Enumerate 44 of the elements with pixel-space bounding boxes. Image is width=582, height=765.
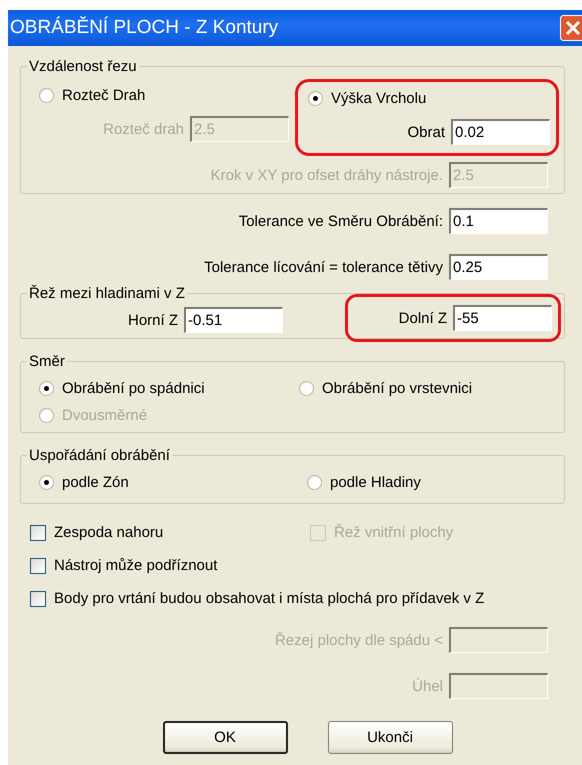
radio-button[interactable]: [39, 475, 54, 490]
group-title: Uspořádání obrábění: [28, 447, 171, 464]
radio-button[interactable]: [308, 91, 323, 106]
input-field[interactable]: 0.25: [449, 254, 548, 280]
field-label: Tolerance ve Směru Obrábění:: [238, 212, 443, 230]
radio-button[interactable]: [299, 381, 314, 396]
checkbox-label: Nástroj může podříznout: [54, 557, 218, 574]
radio-label: Obrábění po vrstevnici: [322, 380, 472, 397]
dialog-button[interactable]: OK: [162, 721, 288, 754]
input-field[interactable]: [449, 673, 548, 699]
input-field[interactable]: 0.1: [449, 208, 548, 234]
input-field[interactable]: -55: [453, 305, 552, 331]
field-label: Krok v XY pro ofset dráhy nástroje.: [210, 166, 443, 184]
close-icon[interactable]: [560, 15, 582, 41]
field-label: Rozteč drah: [103, 120, 184, 138]
checkbox-label: Řež vnitřní plochy: [334, 524, 454, 541]
group-title: Směr: [28, 353, 66, 370]
field-label: Tolerance lícování = tolerance tětivy: [204, 258, 443, 276]
radio-button[interactable]: [39, 88, 54, 103]
radio-label: Obrábění po spádnici: [62, 380, 205, 397]
radio-label: Dvousměrné: [62, 407, 148, 424]
group-title: Vzdálenost řezu: [28, 58, 138, 75]
radio-label: podle Hladiny: [330, 474, 421, 491]
checkbox[interactable]: [30, 590, 46, 606]
field-label: Řezej plochy dle spádu <: [274, 632, 443, 648]
radio-label: Výška Vrcholu: [331, 90, 426, 107]
checkbox[interactable]: [30, 524, 46, 540]
field-label: Obrat: [407, 124, 445, 140]
field-label: Úhel: [412, 678, 443, 694]
radio-button[interactable]: [39, 381, 54, 396]
input-field[interactable]: -0.51: [184, 307, 283, 333]
group-title: Řež mezi hladinami v Z: [28, 285, 186, 302]
window-title: OBRÁBĚNÍ PLOCH - Z Kontury: [9, 17, 278, 39]
field-label: Dolní Z: [398, 310, 447, 326]
input-field[interactable]: 0.02: [451, 119, 550, 145]
checkbox-label: Zespoda nahoru: [54, 524, 164, 541]
field-label: Horní Z: [128, 312, 178, 328]
radio-label: Rozteč Drah: [62, 87, 146, 104]
dialog-button[interactable]: Ukonči: [328, 721, 452, 754]
checkbox[interactable]: [30, 558, 46, 574]
checkbox-label: Body pro vrtání budou obsahovat i místa plochá pro přídavek v Z: [54, 590, 484, 607]
input-field[interactable]: [449, 627, 548, 653]
radio-button[interactable]: [307, 475, 322, 490]
radio-label: podle Zón: [62, 474, 129, 491]
